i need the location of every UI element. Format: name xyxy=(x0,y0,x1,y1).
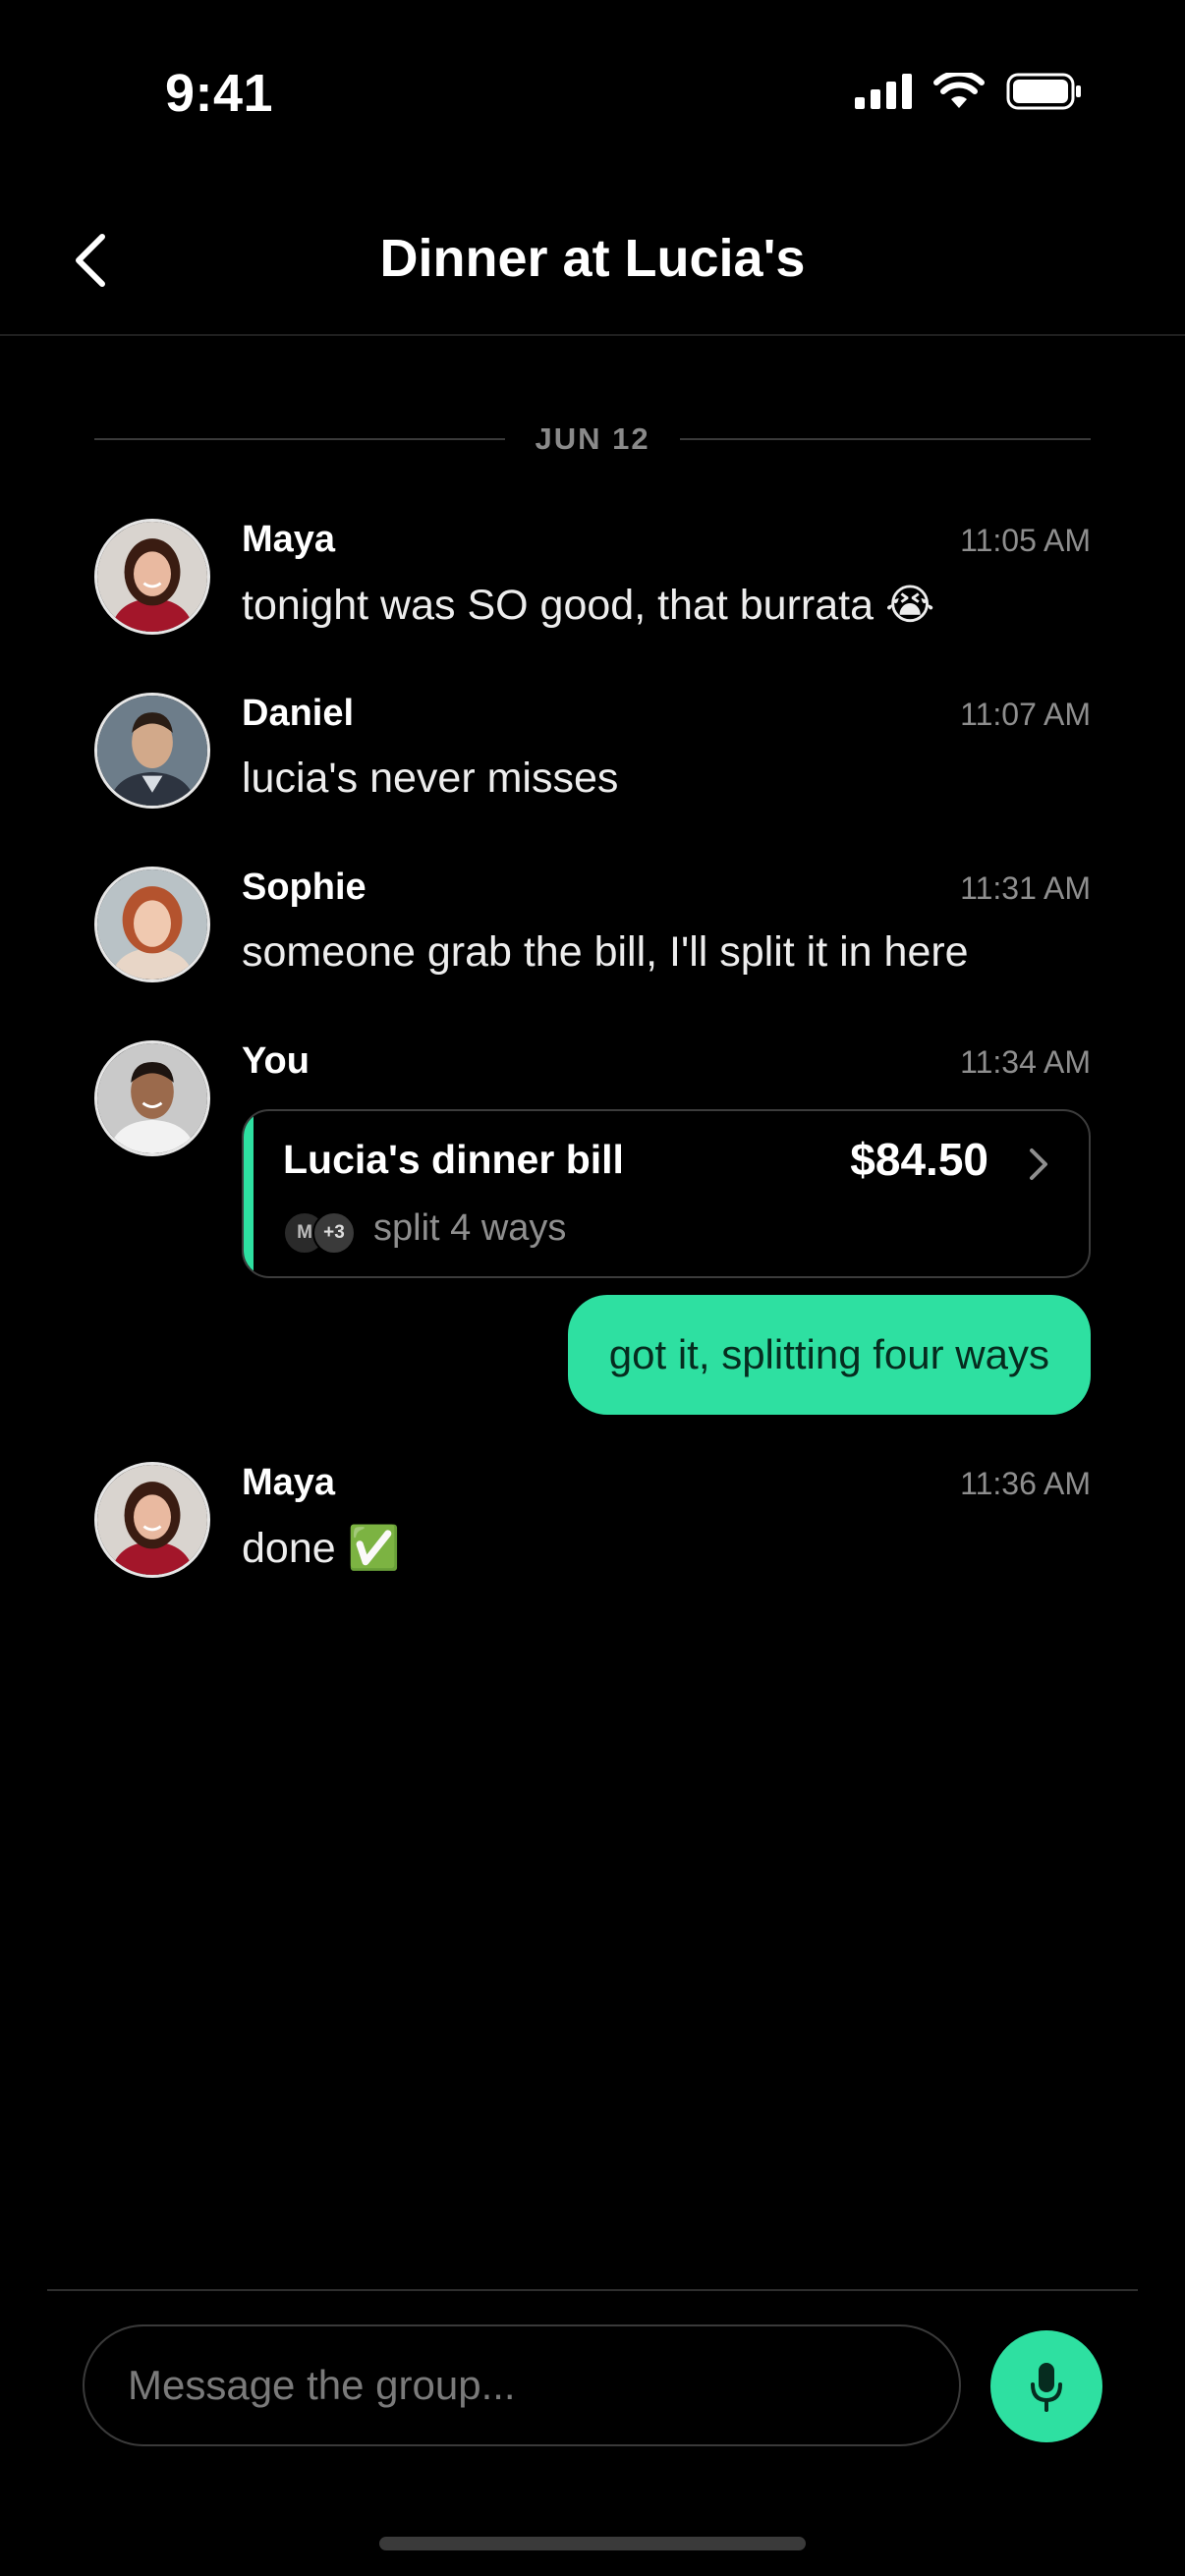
wifi-icon xyxy=(933,73,985,108)
message-input[interactable] xyxy=(83,2324,961,2446)
participant-count: +3 xyxy=(312,1211,356,1255)
home-indicator xyxy=(379,2537,806,2550)
message-body: You 11:34 AM xyxy=(242,1040,1091,1083)
divider xyxy=(679,438,1092,440)
message-time: 11:31 AM xyxy=(960,870,1091,906)
status-time: 9:41 xyxy=(165,64,274,123)
message-item: Maya 11:36 AM done ✅ xyxy=(94,1462,1091,1580)
message-text: someone grab the bill, I'll split it in … xyxy=(242,928,969,976)
bill-split-label: split 4 ways xyxy=(373,1207,567,1249)
avatar-maya-image xyxy=(97,522,207,632)
message-item: Daniel 11:07 AM lucia's never misses xyxy=(94,693,1091,811)
bill-participants: M +3 xyxy=(283,1211,356,1255)
message-body: Daniel 11:07 AM lucia's never misses xyxy=(242,693,1091,803)
avatar[interactable] xyxy=(94,519,210,635)
bill-amount: $84.50 xyxy=(850,1134,988,1185)
chat-header: Dinner at Lucia's xyxy=(0,187,1185,336)
date-label: JUN 12 xyxy=(535,421,650,456)
message-body: Sophie 11:31 AM someone grab the bill, I… xyxy=(242,867,1091,977)
avatar[interactable] xyxy=(94,693,210,809)
bill-card[interactable]: Lucia's dinner bill $84.50 M +3 split 4 … xyxy=(242,1109,1091,1278)
composer-divider xyxy=(47,2289,1138,2291)
chevron-right-icon xyxy=(1030,1148,1047,1180)
message-time: 11:34 AM xyxy=(960,1044,1091,1080)
message-item: You 11:34 AM Lucia's dinner bill $84.50 … xyxy=(94,1040,1091,1278)
message-time: 11:07 AM xyxy=(960,697,1091,732)
avatar-sophie-image xyxy=(97,869,207,980)
status-bar: 9:41 xyxy=(0,0,1185,187)
message-text: lucia's never misses xyxy=(242,755,619,802)
bill-accent-bar xyxy=(244,1111,254,1276)
avatar-daniel-image xyxy=(97,696,207,806)
microphone-icon xyxy=(1031,2363,1062,2412)
avatar[interactable] xyxy=(94,1040,210,1156)
message-time: 11:05 AM xyxy=(960,523,1091,558)
message-text: done ✅ xyxy=(242,1525,401,1572)
avatar-maya-image xyxy=(97,1465,207,1575)
message-body: Maya 11:05 AM tonight was SO good, that … xyxy=(242,519,1091,630)
mic-button[interactable] xyxy=(990,2330,1102,2442)
divider xyxy=(94,438,506,440)
date-separator: JUN 12 xyxy=(94,418,1092,461)
message-time: 11:36 AM xyxy=(960,1466,1091,1501)
avatar[interactable] xyxy=(94,867,210,982)
avatar[interactable] xyxy=(94,1462,210,1578)
bill-title: Lucia's dinner bill xyxy=(283,1137,624,1182)
message-text: tonight was SO good, that burrata 😭 xyxy=(242,582,935,629)
outgoing-message-bubble: got it, splitting four ways xyxy=(567,1295,1091,1415)
page-title: Dinner at Lucia's xyxy=(379,229,806,288)
battery-icon xyxy=(1006,73,1081,110)
message-body: Maya 11:36 AM done ✅ xyxy=(242,1462,1091,1573)
status-icons xyxy=(855,73,1083,110)
message-item: Maya 11:05 AM tonight was SO good, that … xyxy=(94,519,1091,637)
cellular-signal-icon xyxy=(855,74,912,109)
message-item: Sophie 11:31 AM someone grab the bill, I… xyxy=(94,867,1091,984)
avatar-you-image xyxy=(97,1043,207,1153)
